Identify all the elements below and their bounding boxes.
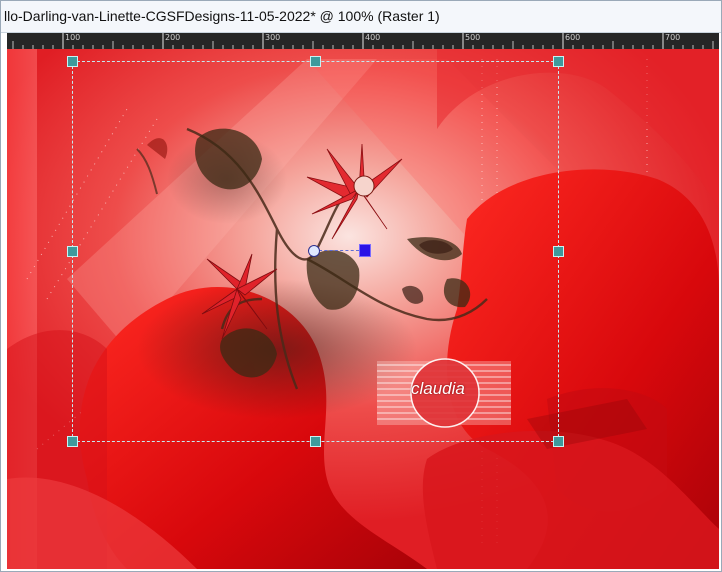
handle-bottom-left[interactable] xyxy=(67,436,78,447)
rotation-handle[interactable] xyxy=(359,244,371,257)
artwork xyxy=(7,49,719,569)
horizontal-ruler[interactable]: 100 200 300 400 500 600 700 xyxy=(7,33,719,49)
ruler-label-300: 300 xyxy=(265,33,281,42)
handle-top-left[interactable] xyxy=(67,56,78,67)
handle-bottom-center[interactable] xyxy=(310,436,321,447)
handle-middle-right[interactable] xyxy=(553,246,564,257)
ruler-label-500: 500 xyxy=(465,33,481,42)
watermark-logo: claudia xyxy=(377,361,511,425)
ruler-label-100: 100 xyxy=(65,33,81,42)
ruler-ticks xyxy=(12,33,714,49)
ruler-label-400: 400 xyxy=(365,33,381,42)
handle-middle-left[interactable] xyxy=(67,246,78,257)
ruler-label-600: 600 xyxy=(565,33,581,42)
watermark-text: claudia xyxy=(411,379,465,398)
app-window: llo-Darling-van-Linette-CGSFDesigns-11-0… xyxy=(0,0,722,572)
handle-top-right[interactable] xyxy=(553,56,564,67)
ruler-label-200: 200 xyxy=(165,33,181,42)
window-title: llo-Darling-van-Linette-CGSFDesigns-11-0… xyxy=(4,8,440,24)
image-canvas[interactable]: claudia xyxy=(7,49,719,569)
pivot-point-icon[interactable] xyxy=(308,245,320,257)
handle-bottom-right[interactable] xyxy=(553,436,564,447)
rotation-line xyxy=(319,250,359,251)
title-bar[interactable]: llo-Darling-van-Linette-CGSFDesigns-11-0… xyxy=(1,1,721,33)
handle-top-center[interactable] xyxy=(310,56,321,67)
ruler-label-700: 700 xyxy=(665,33,681,42)
